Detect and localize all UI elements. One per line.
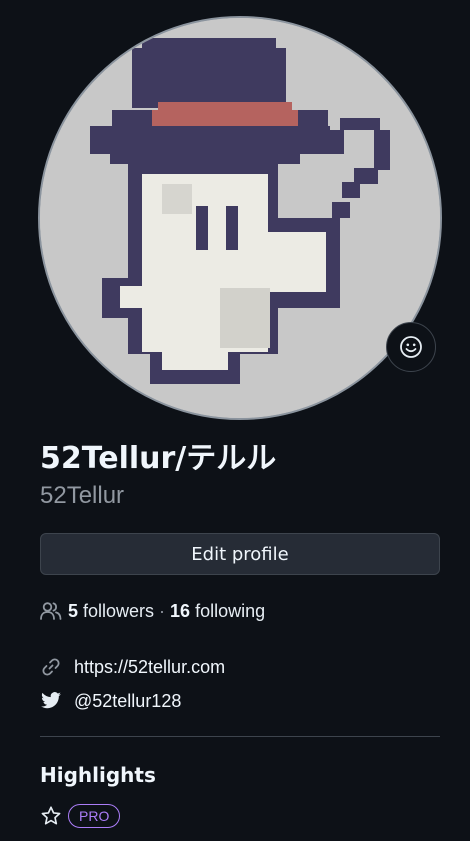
profile-names: 52Tellur/テルル 52Tellur xyxy=(40,438,276,512)
highlights-heading: Highlights xyxy=(40,763,156,787)
website-row: https://52tellur.com xyxy=(40,653,225,681)
twitter-bird-icon xyxy=(40,692,62,710)
section-divider xyxy=(40,736,440,737)
avatar-pixel-ghost-image xyxy=(40,18,440,418)
followers-label: followers xyxy=(83,600,155,621)
followers-link[interactable]: 5 followers xyxy=(68,601,154,622)
stats-separator: · xyxy=(159,600,166,621)
followers-count: 5 xyxy=(68,600,79,621)
avatar[interactable] xyxy=(38,16,442,420)
following-link[interactable]: 16 following xyxy=(170,601,265,622)
avatar-container xyxy=(38,16,442,420)
twitter-row: @52tellur128 xyxy=(40,687,181,715)
edit-profile-button[interactable]: Edit profile xyxy=(40,533,440,575)
smiley-icon xyxy=(399,335,423,359)
highlights-pro-item: PRO xyxy=(40,804,121,828)
profile-username: 52Tellur xyxy=(40,482,125,509)
set-status-button[interactable] xyxy=(386,322,436,372)
star-icon xyxy=(40,805,62,827)
following-count: 16 xyxy=(170,600,191,621)
twitter-link[interactable]: @52tellur128 xyxy=(74,691,181,712)
follow-stats: 5 followers · 16 following xyxy=(40,598,265,624)
following-label: following xyxy=(195,600,266,621)
people-icon xyxy=(40,601,62,621)
link-icon xyxy=(40,657,62,677)
website-link[interactable]: https://52tellur.com xyxy=(74,657,225,678)
pro-badge[interactable]: PRO xyxy=(68,804,121,828)
profile-fullname: 52Tellur/テルル xyxy=(40,441,277,476)
